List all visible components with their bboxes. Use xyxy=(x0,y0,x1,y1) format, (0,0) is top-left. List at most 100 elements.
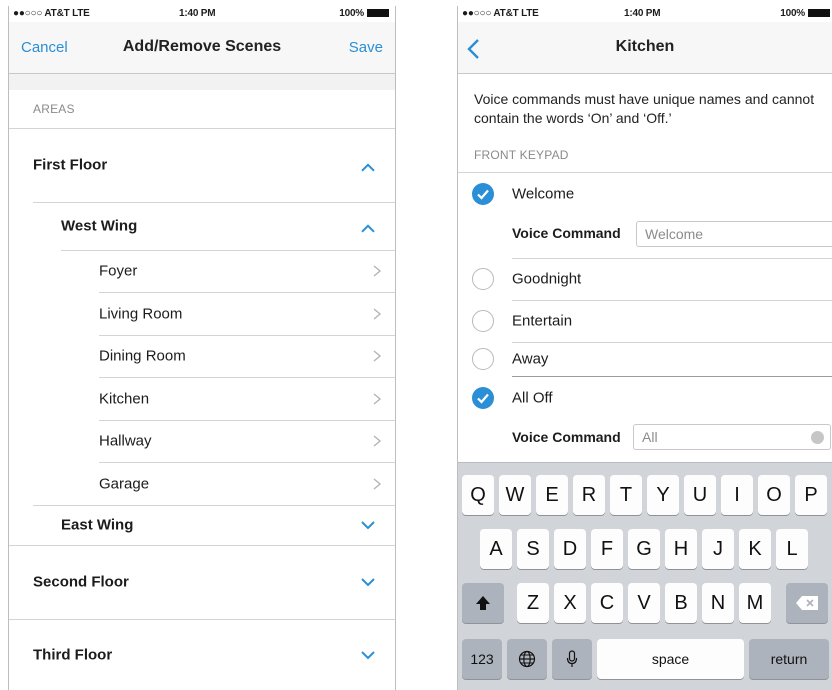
room-row-hallway[interactable]: Hallway xyxy=(9,420,395,462)
key-o[interactable]: O xyxy=(758,475,790,515)
key-f[interactable]: F xyxy=(591,529,623,569)
key-a[interactable]: A xyxy=(480,529,512,569)
key-c[interactable]: C xyxy=(591,583,623,623)
delete-key[interactable] xyxy=(786,583,828,623)
section-label-areas: AREAS xyxy=(33,102,75,116)
backspace-icon xyxy=(796,596,818,610)
scene-row-all-off[interactable]: All Off xyxy=(458,378,832,418)
key-d[interactable]: D xyxy=(554,529,586,569)
battery-icon xyxy=(367,9,389,17)
voice-command-input-all-off[interactable]: All xyxy=(633,424,831,450)
globe-icon xyxy=(518,650,536,668)
radio-unchecked-icon[interactable] xyxy=(472,268,494,290)
key-r[interactable]: R xyxy=(573,475,605,515)
area-row-third-floor[interactable]: Third Floor xyxy=(9,619,395,690)
voice-command-value: All xyxy=(642,429,658,445)
scene-row-entertain[interactable]: Entertain xyxy=(458,300,832,342)
shift-key[interactable] xyxy=(462,583,504,623)
key-i[interactable]: I xyxy=(721,475,753,515)
scene-name: All Off xyxy=(512,389,553,407)
microphone-icon xyxy=(566,650,578,667)
carrier-label: ●●○○○ AT&T LTE xyxy=(13,8,90,19)
key-y[interactable]: Y xyxy=(647,475,679,515)
voice-command-input-welcome[interactable]: Welcome xyxy=(636,221,832,247)
add-remove-scenes-screen: ●●○○○ AT&T LTE 1:40 PM 100% Cancel Add/R… xyxy=(8,6,396,690)
area-row-east-wing[interactable]: East Wing xyxy=(9,505,395,545)
chevron-right-icon xyxy=(373,435,381,447)
area-label: West Wing xyxy=(61,217,138,235)
dictation-key[interactable] xyxy=(552,639,592,679)
scene-row-away[interactable]: Away xyxy=(458,342,832,376)
battery-icon xyxy=(808,9,830,17)
scene-row-welcome[interactable]: Welcome xyxy=(458,174,832,214)
key-k[interactable]: K xyxy=(739,529,771,569)
area-row-second-floor[interactable]: Second Floor xyxy=(9,545,395,619)
clear-text-icon[interactable] xyxy=(811,431,824,444)
area-row-west-wing[interactable]: West Wing xyxy=(9,202,395,250)
key-n[interactable]: N xyxy=(702,583,734,623)
area-row-first-floor[interactable]: First Floor xyxy=(9,128,395,202)
globe-key[interactable] xyxy=(507,639,547,679)
chevron-down-icon[interactable] xyxy=(361,648,375,662)
key-w[interactable]: W xyxy=(499,475,531,515)
radio-unchecked-icon[interactable] xyxy=(472,348,494,370)
radio-unchecked-icon[interactable] xyxy=(472,310,494,332)
room-label: Foyer xyxy=(99,262,138,280)
key-p[interactable]: P xyxy=(795,475,827,515)
nav-bar: Kitchen xyxy=(458,22,832,74)
voice-command-label: Voice Command xyxy=(512,225,621,241)
carrier-label: ●●○○○ AT&T LTE xyxy=(462,8,539,19)
checkmark-icon[interactable] xyxy=(472,387,494,409)
save-button[interactable]: Save xyxy=(349,39,383,56)
status-bar: ●●○○○ AT&T LTE 1:40 PM 100% xyxy=(9,6,395,22)
chevron-up-icon[interactable] xyxy=(361,222,375,236)
key-h[interactable]: H xyxy=(665,529,697,569)
kitchen-voice-command-screen: ●●○○○ AT&T LTE 1:40 PM 100% Kitchen Voic… xyxy=(457,6,832,690)
key-l[interactable]: L xyxy=(776,529,808,569)
key-t[interactable]: T xyxy=(610,475,642,515)
room-row-foyer[interactable]: Foyer xyxy=(9,250,395,292)
scene-row-goodnight[interactable]: Goodnight xyxy=(458,258,832,300)
chevron-right-icon xyxy=(373,307,381,320)
key-m[interactable]: M xyxy=(739,583,771,623)
key-e[interactable]: E xyxy=(536,475,568,515)
time-label: 1:40 PM xyxy=(624,8,661,19)
area-label: First Floor xyxy=(33,156,108,174)
key-g[interactable]: G xyxy=(628,529,660,569)
voice-command-hint: Voice commands must have unique names an… xyxy=(474,91,815,126)
scene-name: Away xyxy=(512,350,549,368)
key-z[interactable]: Z xyxy=(517,583,549,623)
chevron-right-icon xyxy=(373,265,381,277)
room-row-garage[interactable]: Garage xyxy=(9,462,395,505)
room-row-living-room[interactable]: Living Room xyxy=(9,292,395,335)
key-v[interactable]: V xyxy=(628,583,660,623)
divider xyxy=(512,376,832,377)
divider xyxy=(458,172,832,173)
key-s[interactable]: S xyxy=(517,529,549,569)
numbers-key[interactable]: 123 xyxy=(462,639,502,679)
chevron-down-icon[interactable] xyxy=(361,575,375,589)
return-key[interactable]: return xyxy=(749,639,829,679)
key-b[interactable]: B xyxy=(665,583,697,623)
battery-indicator: 100% xyxy=(339,8,389,19)
voice-command-label: Voice Command xyxy=(512,429,621,445)
key-j[interactable]: J xyxy=(702,529,734,569)
key-x[interactable]: X xyxy=(554,583,586,623)
status-bar: ●●○○○ AT&T LTE 1:40 PM 100% xyxy=(458,6,832,22)
room-row-dining-room[interactable]: Dining Room xyxy=(9,335,395,377)
time-label: 1:40 PM xyxy=(179,8,216,19)
room-row-kitchen[interactable]: Kitchen xyxy=(9,377,395,420)
voice-command-row-all-off: Voice Command All xyxy=(458,418,832,458)
chevron-down-icon[interactable] xyxy=(361,518,375,532)
key-q[interactable]: Q xyxy=(462,475,494,515)
chevron-up-icon[interactable] xyxy=(361,161,375,175)
scene-name: Entertain xyxy=(512,312,573,330)
space-key[interactable]: space xyxy=(597,639,744,679)
chevron-right-icon xyxy=(373,392,381,405)
key-u[interactable]: U xyxy=(684,475,716,515)
page-title: Add/Remove Scenes xyxy=(122,38,282,55)
scene-name: Welcome xyxy=(512,185,575,203)
area-label: Second Floor xyxy=(33,573,129,591)
room-label: Hallway xyxy=(99,432,152,450)
checkmark-icon[interactable] xyxy=(472,183,494,205)
